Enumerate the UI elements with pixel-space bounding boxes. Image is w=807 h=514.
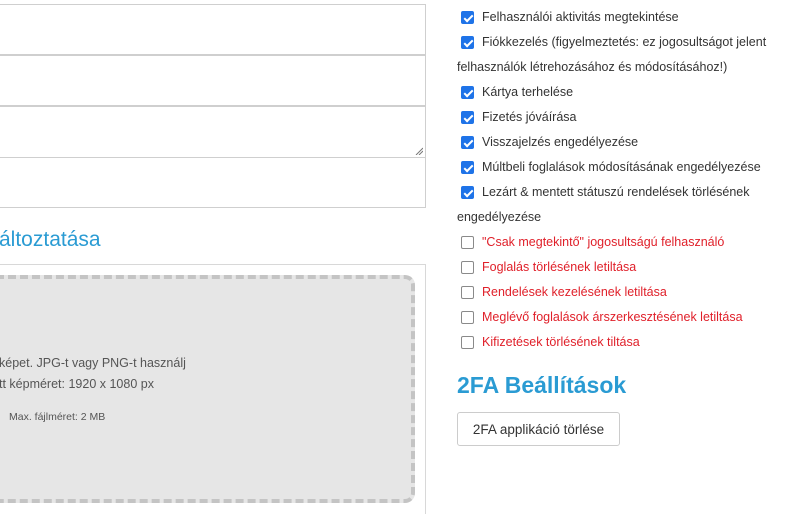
twofa-title: 2FA Beállítások [457,372,627,398]
checkbox-unchecked[interactable] [461,261,474,274]
checkbox-checked[interactable] [461,136,474,149]
permission-label: Múltbeli foglalások módosításának engedé… [482,160,761,174]
permission-label: Rendelések kezelésének letiltása [482,285,667,299]
permission-label-continued: engedélyezése [457,210,542,224]
permission-label-continued: felhasználók létrehozásához és módosítás… [457,60,728,74]
checkbox-checked[interactable] [461,11,474,24]
upload-recommended-size: tt képméret: 1920 x 1080 px [0,377,154,391]
checkbox-checked[interactable] [461,111,474,124]
upload-max-size: Max. fájlméret: 2 MB [9,411,106,423]
permission-label: Kifizetések törlésének tiltása [482,335,640,349]
permission-label: Meglévő foglalások árszerkesztésének let… [482,310,743,324]
checkbox-unchecked[interactable] [461,236,474,249]
permission-label: Felhasználói aktivitás megtekintése [482,10,679,24]
permission-label: Fizetés jóváírása [482,110,577,124]
checkbox-unchecked[interactable] [461,311,474,324]
checkbox-unchecked[interactable] [461,286,474,299]
permission-label: Fiókkezelés (figyelmeztetés: ez jogosult… [482,35,767,49]
upload-instructions: képet. JPG-t vagy PNG-t használj [0,356,186,370]
checkbox-checked[interactable] [461,186,474,199]
checkbox-checked[interactable] [461,86,474,99]
permission-label: "Csak megtekintő" jogosultságú felhaszná… [482,235,725,249]
resize-handle-icon[interactable] [415,147,423,155]
checkbox-unchecked[interactable] [461,336,474,349]
checkbox-checked[interactable] [461,36,474,49]
text-field-2[interactable] [0,55,426,106]
delete-2fa-app-button[interactable]: 2FA applikáció törlése [457,412,620,446]
description-textarea[interactable] [0,106,426,158]
permission-label: Lezárt & mentett státuszú rendelések tör… [482,185,750,199]
permission-label: Foglalás törlésének letiltása [482,260,637,274]
checkbox-checked[interactable] [461,161,474,174]
permission-label: Visszajelzés engedélyezése [482,135,639,149]
text-field-1[interactable] [0,4,426,55]
permission-label: Kártya terhelése [482,85,574,99]
text-field-3[interactable] [0,157,426,208]
image-section-title: áltoztatása [0,228,101,251]
